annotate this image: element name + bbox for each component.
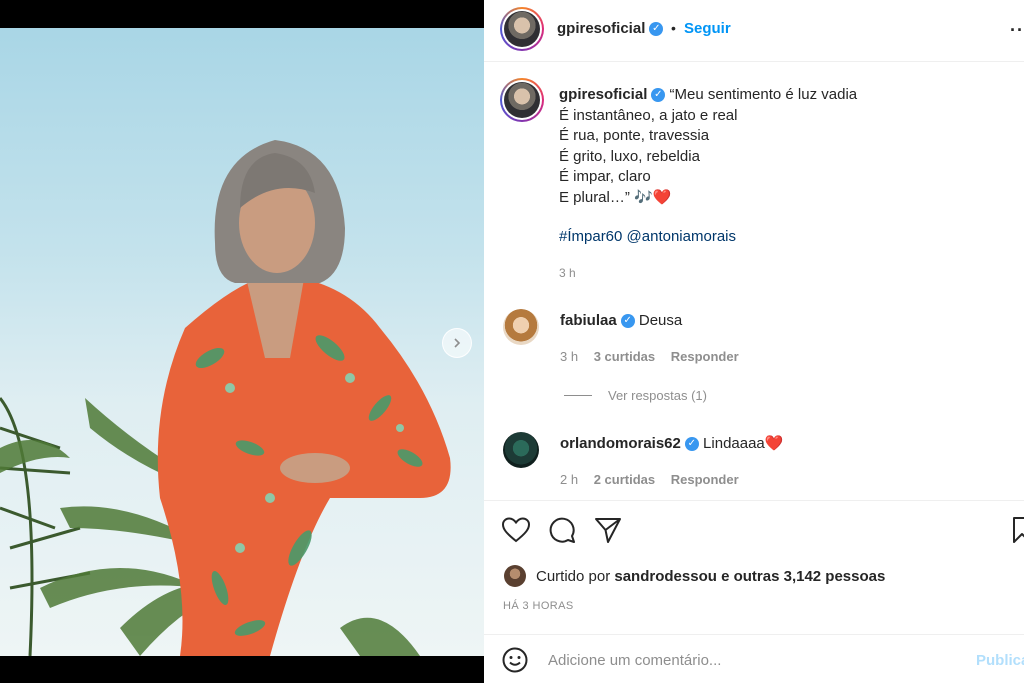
add-comment-bar: Adicione um comentário... Publicar bbox=[484, 634, 1024, 683]
post-header: gpiresoficial ✓ • Seguir ··· bbox=[484, 0, 1024, 62]
caption-line-1: “Meu sentimento é luz vadia bbox=[669, 86, 858, 103]
post-photo[interactable] bbox=[0, 28, 484, 656]
liker-avatar[interactable] bbox=[504, 565, 526, 587]
comment-2-username[interactable]: orlandomorais62 bbox=[560, 435, 681, 452]
caption-author-avatar[interactable] bbox=[500, 78, 544, 122]
comment-1-meta: 3 h 3 curtidas Responder bbox=[560, 349, 751, 364]
comment-1-text: Deusa bbox=[638, 312, 683, 329]
heart-icon bbox=[501, 517, 531, 543]
post-caption: gpiresoficial ✓ “Meu sentimento é luz vad… bbox=[559, 85, 999, 208]
comment-1: fabiulaa ✓ Deusa bbox=[560, 312, 682, 329]
caption-line-6: E plural…” bbox=[559, 188, 630, 206]
caption-line-4: É grito, luxo, rebeldia bbox=[559, 147, 700, 165]
caption-username[interactable]: gpiresoficial bbox=[559, 86, 647, 103]
carousel-next-button[interactable] bbox=[442, 328, 472, 358]
verified-badge-icon: ✓ bbox=[620, 314, 635, 329]
comment-button[interactable] bbox=[548, 516, 576, 549]
post-media-panel bbox=[0, 0, 484, 683]
chevron-right-icon bbox=[454, 338, 461, 348]
comment-1-reply-button[interactable]: Responder bbox=[671, 349, 739, 364]
caption-line-5: É impar, claro bbox=[559, 168, 651, 185]
more-options-icon[interactable]: ··· bbox=[1010, 20, 1024, 41]
emoji-button[interactable] bbox=[502, 647, 528, 678]
comment-bubble-icon bbox=[549, 517, 575, 543]
comment-input[interactable]: Adicione um comentário... bbox=[548, 652, 721, 669]
comment-2-text: Lindaaaa❤️ bbox=[703, 435, 784, 452]
smiley-icon bbox=[502, 647, 528, 673]
author-username-text[interactable]: gpiresoficial bbox=[557, 20, 645, 37]
mention-link[interactable]: @antoniamorais bbox=[627, 228, 736, 245]
comment-2-time: 2 h bbox=[560, 472, 579, 487]
likes-summary: Curtido por sandrodessou e outras 3,142 … bbox=[504, 565, 885, 587]
paper-plane-icon bbox=[595, 518, 621, 543]
author-avatar[interactable] bbox=[500, 7, 544, 51]
caption-line-2: É instantâneo, a jato e real bbox=[559, 106, 738, 124]
share-button[interactable] bbox=[594, 516, 622, 549]
view-replies-label[interactable]: Ver respostas (1) bbox=[608, 388, 707, 403]
author-username[interactable]: gpiresoficial ✓ bbox=[557, 20, 664, 37]
post-side-panel: gpiresoficial ✓ • Seguir ··· gpiresoficia… bbox=[484, 0, 1024, 683]
comment-1-username[interactable]: fabiulaa bbox=[560, 312, 617, 329]
comment-1-time: 3 h bbox=[560, 349, 579, 364]
post-actions: Curtido por sandrodessou e outras 3,142 … bbox=[484, 500, 1024, 634]
comment-1-likes[interactable]: 3 curtidas bbox=[594, 349, 655, 364]
verified-badge-icon: ✓ bbox=[649, 22, 664, 37]
like-button[interactable] bbox=[501, 517, 531, 548]
photo-illustration bbox=[0, 140, 451, 656]
comment-2-meta: 2 h 2 curtidas Responder bbox=[560, 472, 751, 487]
bookmark-icon bbox=[1013, 517, 1024, 543]
comment-2-likes[interactable]: 2 curtidas bbox=[594, 472, 655, 487]
view-replies-button[interactable]: Ver respostas (1) bbox=[564, 388, 707, 403]
save-button[interactable] bbox=[1012, 516, 1024, 549]
hashtag-link[interactable]: #Ímpar60 bbox=[559, 228, 622, 245]
likes-count[interactable]: e outras 3,142 pessoas bbox=[721, 568, 885, 585]
caption-emojis: 🎶❤️ bbox=[634, 188, 672, 206]
publish-button[interactable]: Publicar bbox=[976, 652, 1024, 669]
caption-line-3: É rua, ponte, travessia bbox=[559, 127, 710, 144]
verified-badge-icon: ✓ bbox=[684, 437, 699, 452]
comment-avatar[interactable] bbox=[503, 309, 539, 345]
verified-badge-icon: ✓ bbox=[651, 88, 666, 103]
comment-2: orlandomorais62 ✓ Lindaaaa❤️ bbox=[560, 434, 783, 452]
likes-prefix: Curtido por bbox=[536, 567, 611, 585]
follow-button[interactable]: Seguir bbox=[684, 20, 731, 37]
separator-dot: • bbox=[671, 20, 676, 36]
caption-time: 3 h bbox=[559, 266, 576, 280]
liker-username[interactable]: sandrodessou bbox=[614, 568, 717, 585]
caption-tags: #Ímpar60 @antoniamorais bbox=[559, 228, 736, 245]
post-timestamp: HÁ 3 HORAS bbox=[503, 600, 574, 612]
comment-avatar[interactable] bbox=[503, 432, 539, 468]
comment-2-reply-button[interactable]: Responder bbox=[671, 472, 739, 487]
